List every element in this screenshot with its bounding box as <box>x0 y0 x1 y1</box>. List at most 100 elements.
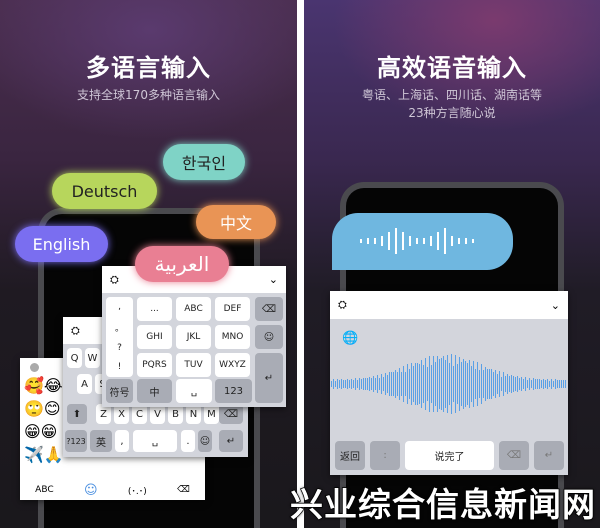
back-key[interactable]: 返回 <box>335 441 365 470</box>
wave-bar <box>553 380 554 388</box>
t9-key[interactable]: DEF <box>215 297 250 321</box>
space-key[interactable]: ␣ <box>133 430 177 452</box>
kaomoji-button[interactable]: (･.･) <box>128 484 147 497</box>
abc-button[interactable]: ABC <box>35 485 53 495</box>
language-pill-german: Deutsch <box>52 173 157 209</box>
key-v[interactable]: V <box>150 404 165 424</box>
key-w[interactable]: W <box>85 348 100 368</box>
backspace-key-icon[interactable]: ⌫ <box>219 404 243 424</box>
punct-key[interactable]: ? <box>117 343 122 353</box>
wave-bar <box>527 379 528 389</box>
symbol-key[interactable]: 符号 <box>106 379 133 403</box>
t9-key[interactable]: JKL <box>176 325 211 349</box>
wave-bar <box>519 378 520 390</box>
backspace-key-icon[interactable]: ⌫ <box>255 297 283 321</box>
punct-key[interactable]: 。 <box>115 321 124 334</box>
punctuation-column[interactable]: , 。?! <box>106 297 133 377</box>
bubble-wave-bar <box>458 238 460 244</box>
wave-bar <box>403 365 404 403</box>
wave-bar <box>437 356 438 412</box>
language-key[interactable]: 英 <box>90 430 112 452</box>
wave-bar <box>411 363 412 405</box>
bubble-wave-bar <box>360 239 362 243</box>
language-key[interactable]: 中 <box>137 379 172 403</box>
wave-bar <box>525 377 526 391</box>
wave-bar <box>425 357 426 411</box>
wave-bar <box>453 366 454 402</box>
wave-bar <box>541 379 542 389</box>
punct-key[interactable]: ! <box>118 362 122 372</box>
shift-key[interactable]: ⬆ <box>67 404 87 424</box>
t9-key[interactable]: MNO <box>215 325 250 349</box>
colon-key[interactable]: : <box>370 441 400 470</box>
bubble-wave-bar <box>472 239 474 243</box>
wave-bar <box>335 380 336 388</box>
key-q[interactable]: Q <box>67 348 82 368</box>
emoji-key-icon[interactable]: ☺ <box>255 325 283 349</box>
wave-bar <box>515 376 516 392</box>
t9-key[interactable]: GHI <box>137 325 172 349</box>
key-n[interactable]: N <box>186 404 201 424</box>
wave-bar <box>401 372 402 396</box>
wave-bar <box>465 360 466 408</box>
recent-icon[interactable] <box>30 363 39 372</box>
wave-bar <box>361 379 362 389</box>
panel-subtitle-line1: 粤语、上海话、四川话、湖南话等 <box>361 88 542 102</box>
t9-key[interactable]: ABC <box>176 297 211 321</box>
done-speaking-button[interactable]: 说完了 <box>405 441 494 470</box>
bubble-wave-bar <box>451 236 453 246</box>
space-key[interactable]: ␣ <box>176 379 212 403</box>
emoji-grid[interactable]: 🥰😂 🙄😊 😁😁 ✈️🙏 <box>24 374 64 466</box>
emoji-row[interactable]: 🙄😊 <box>24 397 64 420</box>
wave-bar <box>565 379 566 389</box>
wave-bar <box>373 375 374 393</box>
wave-bar <box>559 379 560 389</box>
key-b[interactable]: B <box>168 404 183 424</box>
t9-key[interactable]: WXYZ <box>215 353 250 377</box>
key-c[interactable]: C <box>132 404 147 424</box>
wave-bar <box>405 372 406 396</box>
wave-bar <box>379 377 380 390</box>
keyboard-logo-icon[interactable]: ⛭ <box>110 273 119 287</box>
key-a[interactable]: A <box>77 374 92 394</box>
key-m[interactable]: M <box>204 404 219 424</box>
numbers-key[interactable]: ?123 <box>65 430 87 452</box>
enter-key-icon[interactable]: ↵ <box>255 353 283 403</box>
enter-key-icon[interactable]: ↵ <box>219 430 243 452</box>
keyboard-logo-icon[interactable]: ⛭ <box>338 298 347 312</box>
key-x[interactable]: X <box>114 404 129 424</box>
t9-key[interactable]: TUV <box>176 353 211 377</box>
keyboard-logo-icon[interactable]: ⛭ <box>71 324 80 338</box>
collapse-chevron-icon[interactable]: ⌄ <box>269 273 278 286</box>
wave-bar <box>533 378 534 390</box>
wave-bar <box>383 376 384 392</box>
comma-key[interactable]: , <box>115 430 129 452</box>
numbers-key[interactable]: 123 <box>215 379 252 403</box>
wave-bar <box>563 379 564 388</box>
punct-key[interactable]: , <box>118 302 121 312</box>
bubble-wave-bar <box>388 232 390 250</box>
bubble-wave-bar <box>437 232 439 250</box>
enter-key-icon[interactable]: ↵ <box>534 441 564 470</box>
wave-bar <box>347 379 348 389</box>
emoji-face-icon[interactable]: ☺ <box>84 483 98 498</box>
t9-key[interactable]: ... <box>137 297 172 321</box>
wave-bar <box>505 376 506 392</box>
backspace-icon[interactable]: ⌫ <box>177 485 190 495</box>
period-key[interactable]: . <box>181 430 195 452</box>
emoji-row[interactable]: ✈️🙏 <box>24 443 64 466</box>
key-z[interactable]: Z <box>96 404 111 424</box>
wave-bar <box>491 369 492 399</box>
panel-subtitle-line2: 23种方言随心说 <box>408 106 496 120</box>
voice-input-panel: 高效语音输入 粤语、上海话、四川话、湖南话等 23种方言随心说 ⛭ ⌄ 🌐 返回 … <box>304 0 600 528</box>
globe-icon[interactable]: 🌐 <box>342 331 358 346</box>
wave-bar <box>381 373 382 395</box>
emoji-key-icon[interactable]: ☺ <box>198 430 212 452</box>
emoji-row[interactable]: 😁😁 <box>24 420 64 443</box>
collapse-chevron-icon[interactable]: ⌄ <box>551 299 560 312</box>
backspace-key-icon[interactable]: ⌫ <box>499 441 529 470</box>
wave-bar <box>431 364 432 404</box>
emoji-row[interactable]: 🥰😂 <box>24 374 64 397</box>
t9-key[interactable]: PQRS <box>137 353 172 377</box>
voice-bubble <box>332 213 513 270</box>
